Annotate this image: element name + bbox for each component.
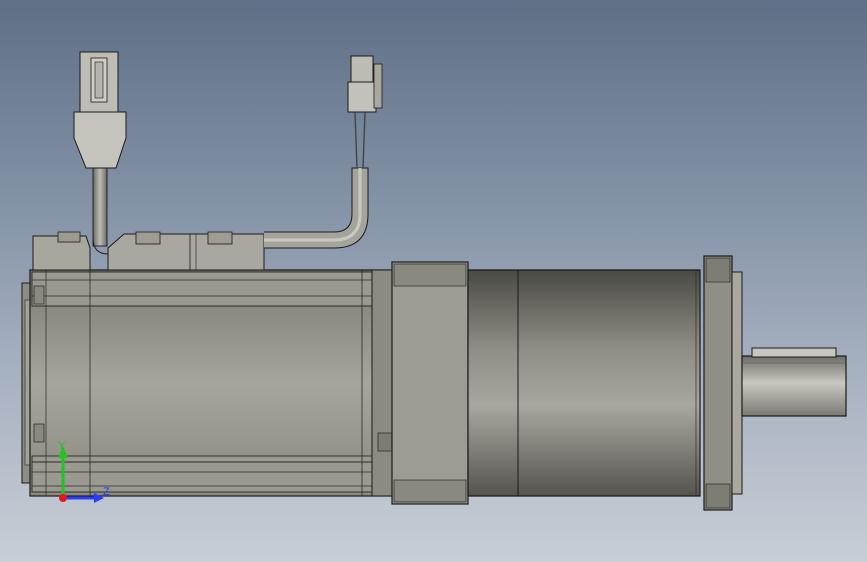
gearbox-output-flange <box>703 255 743 511</box>
triad-z-label: Z <box>103 486 110 498</box>
gearbox-body <box>467 269 701 497</box>
triad-y-label: Y <box>58 440 66 452</box>
motor-body <box>29 269 393 497</box>
cad-viewport[interactable]: Y Z <box>0 0 867 562</box>
triad-x-axis <box>59 494 67 502</box>
encoder-cable <box>264 55 383 249</box>
connector-housings <box>32 231 265 271</box>
power-cable <box>73 51 127 255</box>
servo-motor-model[interactable] <box>0 0 867 562</box>
output-shaft <box>741 347 847 417</box>
gearbox-input-flange <box>391 261 469 505</box>
